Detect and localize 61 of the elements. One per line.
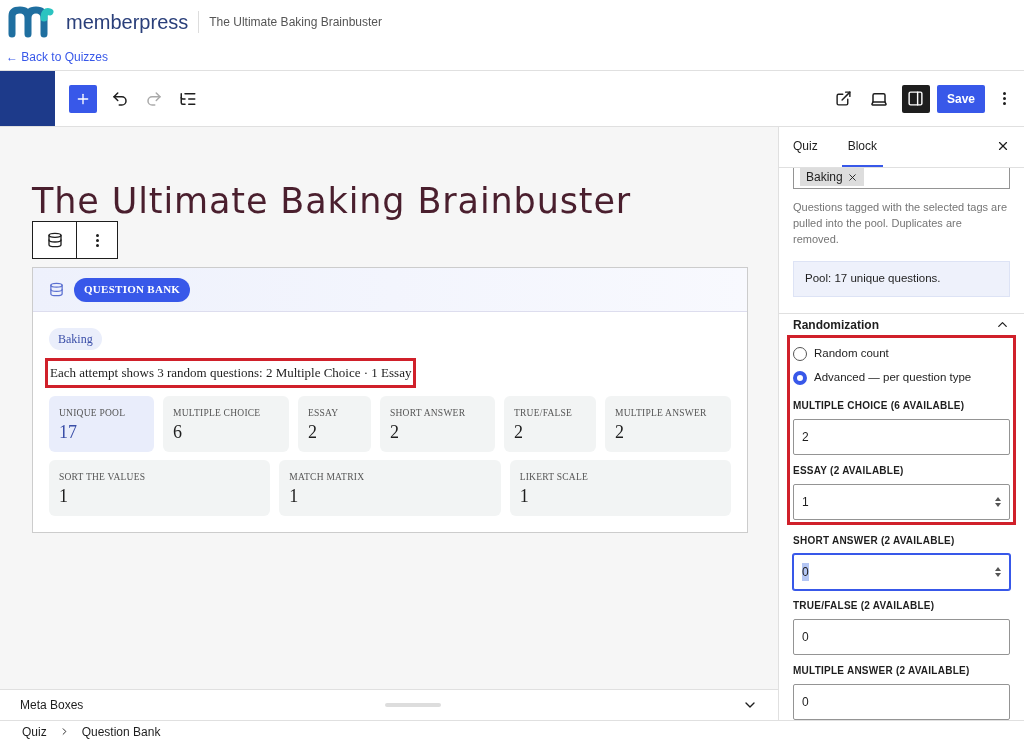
add-block-button[interactable] xyxy=(69,84,97,113)
stat-value: 6 xyxy=(173,420,183,444)
meta-boxes-label: Meta Boxes xyxy=(20,697,84,714)
stat-label: MULTIPLE ANSWER xyxy=(615,406,708,420)
number-field[interactable]: 0 xyxy=(793,684,1010,720)
undo-icon[interactable] xyxy=(111,89,129,108)
help-text: Questions tagged with the selected tags are pulled into the pool. Duplicates are removed. xyxy=(793,200,1009,247)
stat-label: MULTIPLE CHOICE xyxy=(173,406,262,420)
field-label: ESSAY (2 AVAILABLE) xyxy=(793,464,905,478)
sidebar-panel-icon xyxy=(907,90,925,107)
stat-value: 17 xyxy=(59,420,78,444)
remove-icon[interactable] xyxy=(846,171,858,183)
database-icon xyxy=(46,232,63,248)
more-icon[interactable] xyxy=(1003,92,1006,105)
stat-label: MATCH MATRIX xyxy=(289,470,366,484)
stat-label: SHORT ANSWER xyxy=(390,406,467,420)
quiz-title[interactable]: The Ultimate Baking Brainbuster xyxy=(32,177,746,225)
save-button[interactable]: Save xyxy=(936,84,985,113)
back-link[interactable]: ← Back to Quizzes xyxy=(6,48,109,66)
stat-value: 2 xyxy=(308,420,318,444)
stat-value: 1 xyxy=(289,484,300,508)
stat-label: TRUE/FALSE xyxy=(514,406,574,420)
stat-label: UNIQUE POOL xyxy=(59,406,127,420)
breadcrumb-item[interactable]: Question Bank xyxy=(81,722,161,741)
external-link-icon[interactable] xyxy=(834,90,852,107)
breadcrumb-item[interactable]: Quiz xyxy=(22,722,47,741)
number-field[interactable]: 1 xyxy=(793,484,1010,520)
number-field[interactable]: 0 xyxy=(793,619,1010,655)
settings-toggle[interactable] xyxy=(901,84,930,113)
attempt-summary: Each attempt shows 3 random questions: 2 Multiple Choice · 1 Essay xyxy=(45,358,417,388)
section-title[interactable]: Randomization xyxy=(793,315,879,334)
stat-label: SORT THE VALUES xyxy=(59,470,147,484)
stat-value: 2 xyxy=(514,420,524,444)
logo-text: memberpress xyxy=(66,10,189,35)
tag-chip: Baking xyxy=(49,328,102,350)
pool-notice: Pool: 17 unique questions. xyxy=(793,261,1010,297)
mode-radio[interactable]: Random count xyxy=(793,342,1010,366)
page-title: The Ultimate Baking Brainbuster xyxy=(209,14,382,31)
field-label: TRUE/FALSE (2 AVAILABLE) xyxy=(793,599,936,613)
sidebar-tab[interactable]: Quiz xyxy=(787,127,824,167)
number-field[interactable]: 2 xyxy=(793,419,1010,455)
stat-value: 1 xyxy=(59,484,69,508)
stat-label: ESSAY xyxy=(308,406,340,420)
block-badge: QUESTION BANK xyxy=(74,277,191,302)
database-icon xyxy=(49,282,64,297)
tag-field[interactable]: Baking xyxy=(793,168,1010,189)
mode-radio[interactable]: Advanced — per question type xyxy=(793,366,1010,390)
field-label: SHORT ANSWER (2 AVAILABLE) xyxy=(793,534,956,548)
stat-value: 2 xyxy=(390,420,400,444)
field-label: MULTIPLE ANSWER (2 AVAILABLE) xyxy=(793,664,971,678)
tag-token: Baking xyxy=(800,168,864,186)
resize-handle[interactable] xyxy=(384,703,441,707)
stat-label: LIKERT SCALE xyxy=(519,470,589,484)
stepper-icon[interactable] xyxy=(995,497,1001,507)
number-field[interactable]: 0 xyxy=(793,554,1010,590)
field-label: MULTIPLE CHOICE (6 AVAILABLE) xyxy=(793,399,966,413)
stepper-icon[interactable] xyxy=(995,567,1001,577)
more-icon xyxy=(95,233,99,247)
stat-value: 2 xyxy=(615,420,625,444)
close-icon[interactable] xyxy=(996,139,1010,153)
stat-value: 1 xyxy=(519,484,530,508)
